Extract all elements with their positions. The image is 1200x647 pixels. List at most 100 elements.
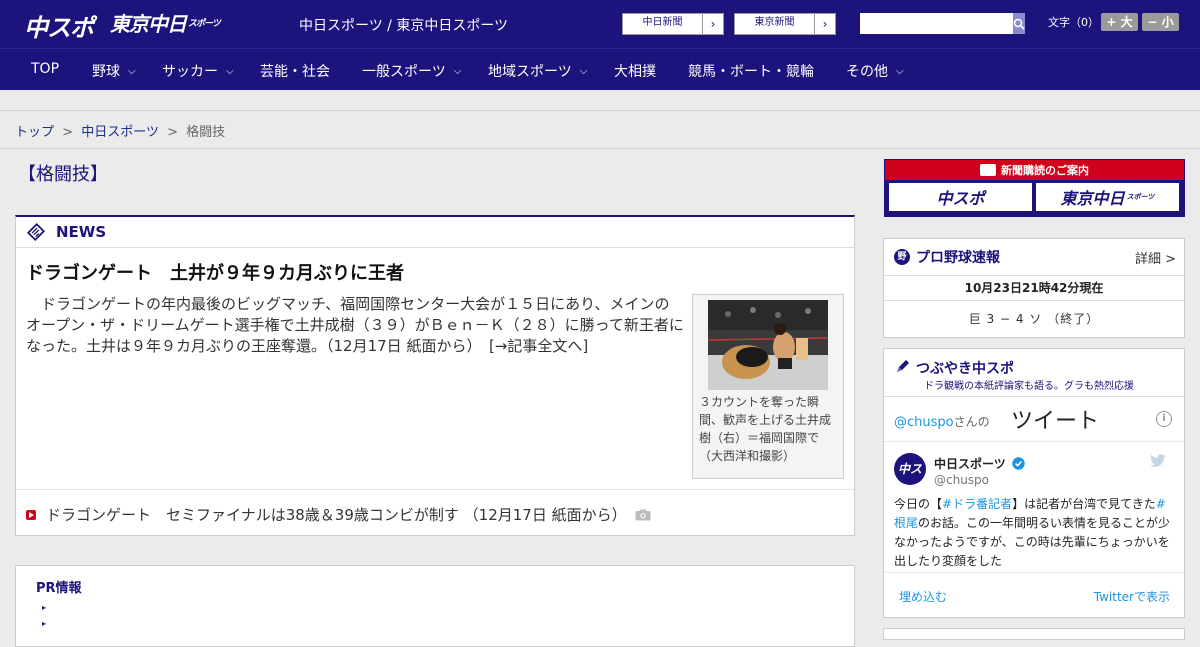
breadcrumb-separator: > (62, 125, 74, 140)
tweet-body: 今日の【#ドラ番記者】は記者が台湾で見てきた#根尾のお話。この一年間明るい表情を… (894, 495, 1174, 571)
hashtag-link[interactable]: #ドラ番記者 (942, 497, 1012, 511)
divider (0, 148, 1200, 149)
related-article-title: ドラゴンゲート セミファイナルは38歳＆39歳コンビが制す （12月17日 紙面… (46, 506, 627, 524)
nav-label: 野球 (92, 64, 120, 80)
tweets-handle: @chuspoさんの (894, 413, 990, 430)
tweets-handle-link[interactable]: @chuspo (894, 415, 954, 430)
chunichi-shimbun-link[interactable]: 中日新聞 › (622, 13, 724, 35)
chevron-down-icon: ⌵ (896, 65, 904, 77)
tweets-handle-suffix: さんの (953, 415, 990, 429)
baseball-icon: 野 (894, 249, 910, 265)
news-photo[interactable]: ３カウントを奪った瞬間、歓声を上げる土井成樹（右）＝福岡国際で（大西洋和撮影） (692, 294, 844, 479)
baseball-timestamp: 10月23日21時42分現在 (884, 276, 1184, 301)
nav-label: サッカー (162, 64, 218, 80)
tweet-text: 】は記者が台湾で見てきた (1012, 497, 1156, 511)
news-headline[interactable]: ドラゴンゲート 土井が９年９カ月ぶりに王者 (26, 259, 404, 285)
subscribe-chuspo-label: 中スポ (936, 189, 985, 208)
subscription-bar-label: 新聞購読のご案内 (1001, 164, 1089, 177)
chevron-down-icon: ⌵ (453, 65, 462, 77)
news-box: NEWS ドラゴンゲート 土井が９年９カ月ぶりに王者 ドラゴンゲートの年内最後の… (15, 215, 855, 536)
photo-caption: ３カウントを奪った瞬間、歓声を上げる土井成樹（右）＝福岡国際で（大西洋和撮影） (699, 395, 832, 463)
twitter-bird-icon[interactable] (1150, 454, 1166, 467)
subscribe-chuspo-button[interactable]: 中スポ (889, 183, 1032, 211)
divider (16, 489, 854, 490)
nav-label: 地域スポーツ (488, 64, 572, 80)
nav-label: 一般スポーツ (362, 64, 446, 80)
nav-item-top[interactable]: TOP (31, 61, 59, 77)
chevron-down-icon: ⌵ (128, 65, 136, 77)
breadcrumb-chunichi-sports[interactable]: 中日スポーツ (81, 125, 159, 140)
nav-item-other[interactable]: その他 ⌵ (846, 61, 904, 81)
wrestling-photo (708, 300, 828, 390)
twitter-widget-title: つぶやき中スポ (916, 361, 1014, 377)
nav-item-entertainment[interactable]: 芸能・社会 (260, 61, 330, 81)
news-label: NEWS (56, 223, 107, 241)
nav-label: 大相撲 (614, 64, 656, 80)
chevron-right-icon: › (822, 17, 828, 31)
tokyo-logo-text: 東京中日 (110, 12, 187, 36)
nav-label: 競馬・ボート・競輪 (688, 64, 814, 80)
page-title: 【格闘技】 (18, 164, 108, 185)
subscribe-tokyo-small: スポーツ (1126, 193, 1155, 201)
tweets-heading-label: ツイート (1011, 409, 1100, 434)
nav-item-local-sports[interactable]: 地域スポーツ ⌵ (488, 61, 587, 81)
site-header: 中スポ 東京中日 スポーツ 中日スポーツ / 東京中日スポーツ 中日新聞 › 東京… (0, 0, 1200, 48)
chevron-right-icon: › (710, 17, 716, 31)
tweet-author-name: 中日スポーツ (934, 455, 1025, 472)
nav-item-general-sports[interactable]: 一般スポーツ ⌵ (362, 61, 461, 81)
pen-icon (897, 360, 909, 372)
chuspo-logo[interactable]: 中スポ (24, 8, 94, 43)
embed-link[interactable]: 埋め込む (899, 588, 947, 605)
chunichi-shimbun-label: 中日新聞 (623, 14, 703, 34)
nav-item-baseball[interactable]: 野球 ⌵ (92, 61, 136, 81)
twitter-widget-header: つぶやき中スポ ドラ観戦の本紙評論家も語る。グラも熱烈応援 (884, 349, 1184, 397)
nav-label: TOP (31, 61, 60, 77)
newspaper-icon (980, 164, 996, 176)
tokyo-shimbun-label: 東京新聞 (735, 14, 815, 34)
chuspo-logo-text: 中スポ (24, 14, 94, 42)
nav-label: その他 (846, 64, 888, 80)
subscription-banner: 新聞購読のご案内 中スポ 東京中日 スポーツ (884, 159, 1185, 217)
tweet-text: 今日の【 (894, 497, 943, 511)
twitter-widget-footer: 埋め込む Twitterで表示 (884, 572, 1184, 617)
author-name-text: 中日スポーツ (934, 457, 1006, 471)
font-smaller-button[interactable]: − 小 (1142, 13, 1179, 31)
pr-list-bullet[interactable]: ▸ (42, 603, 46, 612)
pr-title: PR情報 (36, 581, 82, 596)
camera-icon (635, 509, 651, 520)
subscribe-tokyo-button[interactable]: 東京中日 スポーツ (1036, 183, 1179, 211)
font-size-label: 文字（0） (1048, 16, 1099, 29)
tweets-heading: @chuspoさんの ツイート i (884, 397, 1184, 442)
twitter-widget: つぶやき中スポ ドラ観戦の本紙評論家も語る。グラも熱烈応援 @chuspoさんの… (883, 348, 1185, 618)
breadcrumb-top[interactable]: トップ (15, 125, 54, 140)
related-article-link[interactable]: ドラゴンゲート セミファイナルは38歳＆39歳コンビが制す （12月17日 紙面… (26, 504, 651, 525)
tweet-author-handle: @chuspo (934, 473, 990, 487)
pr-box: PR情報 ▸ ▸ (15, 565, 855, 647)
twitter-widget-subtitle: ドラ観戦の本紙評論家も語る。グラも熱烈応援 (924, 381, 1134, 392)
tweet-text: のお話。この一年間明るい表情を見ることが少なかったようですが、この時は先輩にちょ… (894, 516, 1171, 568)
subscription-bar: 新聞購読のご案内 (885, 160, 1184, 180)
tokyo-logo-small: スポーツ (188, 19, 221, 29)
baseball-header: 野 プロ野球速報 詳細 > (884, 239, 1184, 276)
baseball-details-link[interactable]: 詳細 > (1135, 248, 1176, 267)
info-icon[interactable]: i (1156, 411, 1172, 427)
site-search (860, 13, 1025, 34)
pr-list-bullet[interactable]: ▸ (42, 619, 46, 628)
search-icon (1013, 18, 1025, 30)
avatar: 中スポ (894, 453, 926, 508)
news-header: NEWS (16, 217, 854, 248)
baseball-score[interactable]: 巨 3 − 4 ソ （終了） (884, 301, 1184, 337)
font-bigger-button[interactable]: + 大 (1101, 13, 1138, 31)
read-more-link[interactable]: [→記事全文へ] (489, 337, 588, 355)
view-on-twitter-link[interactable]: Twitterで表示 (1094, 588, 1170, 605)
nav-item-sumo[interactable]: 大相撲 (614, 61, 656, 81)
tokyo-chunichi-logo[interactable]: 東京中日 スポーツ (110, 8, 221, 37)
tokyo-shimbun-link[interactable]: 東京新聞 › (734, 13, 836, 35)
nav-item-racing[interactable]: 競馬・ボート・競輪 (688, 61, 814, 81)
nav-label: 芸能・社会 (260, 64, 330, 80)
chevron-down-icon: ⌵ (579, 65, 588, 77)
search-input[interactable] (860, 13, 1013, 34)
nav-item-soccer[interactable]: サッカー ⌵ (162, 61, 234, 81)
news-lead: ドラゴンゲートの年内最後のビッグマッチ、福岡国際センター大会が１５日にあり、メイ… (26, 294, 684, 357)
search-button[interactable] (1013, 13, 1025, 34)
